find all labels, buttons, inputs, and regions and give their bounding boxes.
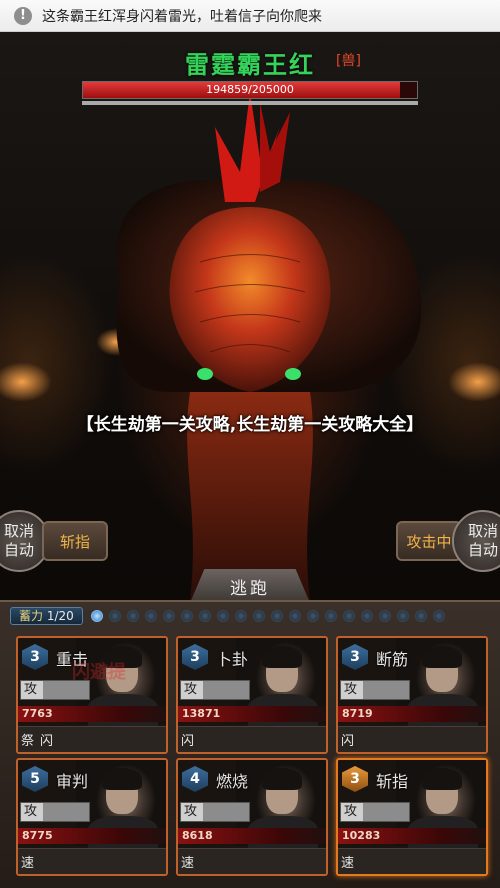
hero-tags: 速 (178, 848, 326, 874)
hero-hp-strip: 8719 (338, 706, 486, 722)
power-meter: 蓄力 1/20 (10, 606, 490, 626)
power-orb (252, 610, 265, 622)
hero-attack-label: 攻 (344, 804, 358, 819)
hero-hp-value: 8719 (342, 707, 373, 720)
power-orb (162, 610, 175, 622)
power-orb (432, 610, 445, 622)
hero-card[interactable]: 3 断筋 攻 8719 闪 (336, 636, 488, 754)
hero-level-badge: 4 (182, 766, 208, 792)
hero-card[interactable]: 3 斩指 攻 10283 速 (336, 758, 488, 876)
power-orb (144, 610, 157, 622)
hero-tag: 速 (181, 856, 195, 871)
hero-tag: 闪 (341, 734, 355, 749)
hero-tag: 祭 (21, 734, 35, 749)
hero-tags: 速 (18, 848, 166, 874)
hero-hp-strip: 7763 (18, 706, 166, 722)
hero-hp-strip: 10283 (338, 828, 486, 844)
hero-card[interactable]: 3 卜卦 攻 13871 闪 (176, 636, 328, 754)
power-orb (396, 610, 409, 622)
power-label: 蓄力 (19, 609, 44, 623)
notification-text: 这条霸王红浑身闪着雷光，吐着信子向你爬来 (42, 8, 322, 25)
hero-attack-bar: 攻 (180, 802, 250, 822)
hero-skill-name: 审判 (56, 772, 89, 791)
hero-card[interactable]: 5 审判 攻 8775 速 (16, 758, 168, 876)
hero-level-badge: 3 (22, 644, 48, 670)
hero-tags: 祭闪 (18, 726, 166, 752)
hero-tags: 速 (338, 848, 486, 874)
hero-tag: 闪 (40, 734, 54, 749)
hero-hair (262, 768, 302, 790)
info-icon: ! (14, 6, 32, 25)
power-label-box: 蓄力 1/20 (10, 607, 83, 625)
power-orb (198, 610, 211, 622)
hero-hair (422, 646, 462, 668)
hero-attack-bar: 攻 (20, 802, 90, 822)
power-orb (180, 610, 193, 622)
hero-hp-value: 7763 (22, 707, 53, 720)
party-panel: 蓄力 1/20 3 重击 闪避提 攻 7763 祭闪 3 卜卦 攻 13871 … (0, 600, 500, 888)
hero-attack-bar: 攻 (20, 680, 90, 700)
power-value: 1/20 (46, 609, 74, 623)
power-orb (288, 610, 301, 622)
hero-card[interactable]: 3 重击 闪避提 攻 7763 祭闪 (16, 636, 168, 754)
hero-hp-strip: 13871 (178, 706, 326, 722)
boss-hp-text: 194859/205000 (206, 83, 294, 96)
hero-tag: 速 (21, 856, 35, 871)
boss-type-tag: [兽] (336, 53, 361, 69)
hero-level-badge: 3 (342, 644, 368, 670)
hero-skill-name: 断筋 (376, 650, 409, 669)
hero-attack-bar: 攻 (180, 680, 250, 700)
slash-finger-skill-button[interactable]: 斩指 (42, 521, 108, 561)
power-orb (108, 610, 121, 622)
boss-secondary-bar (82, 101, 418, 105)
hero-hp-strip: 8618 (178, 828, 326, 844)
hero-level-badge: 3 (342, 766, 368, 792)
power-orb (342, 610, 355, 622)
boss-name: 雷霆霸王红 (185, 51, 315, 79)
power-orb (378, 610, 391, 622)
hero-attack-label: 攻 (344, 682, 358, 697)
hero-attack-label: 攻 (184, 804, 198, 819)
hero-attack-label: 攻 (184, 682, 198, 697)
hero-hp-strip: 8775 (18, 828, 166, 844)
hero-attack-bar: 攻 (340, 802, 410, 822)
power-orb (270, 610, 283, 622)
power-orbs (90, 610, 451, 622)
power-orb (90, 610, 103, 622)
hero-hp-value: 8618 (182, 829, 213, 842)
hero-level-badge: 3 (182, 644, 208, 670)
power-orb (216, 610, 229, 622)
hero-skill-name: 斩指 (376, 772, 409, 791)
power-orb (414, 610, 427, 622)
hero-card[interactable]: 4 燃烧 攻 8618 速 (176, 758, 328, 876)
power-orb (306, 610, 319, 622)
power-orb (234, 610, 247, 622)
hero-attack-label: 攻 (24, 804, 38, 819)
hero-hp-value: 10283 (342, 829, 381, 842)
hero-hp-value: 8775 (22, 829, 53, 842)
boss-hp-bar: 194859/205000 (82, 81, 418, 99)
hero-attack-bar: 攻 (340, 680, 410, 700)
power-orb (126, 610, 139, 622)
hero-skill-name: 燃烧 (216, 772, 249, 791)
hero-tag: 闪 (181, 734, 195, 749)
notification-bar: ! 这条霸王红浑身闪着雷光，吐着信子向你爬来 (0, 0, 500, 32)
power-orb (324, 610, 337, 622)
hero-hair (102, 768, 142, 790)
hero-tag: 速 (341, 856, 355, 871)
hero-skill-name: 卜卦 (216, 650, 249, 669)
hero-hair (262, 646, 302, 668)
flee-button[interactable]: 逃跑 (190, 569, 310, 600)
boss-snake-image (116, 92, 422, 600)
power-orb (360, 610, 373, 622)
article-title-overlay: 【长生劫第一关攻略,长生劫第一关攻略大全】 (76, 415, 424, 435)
hero-tags: 闪 (178, 726, 326, 752)
hero-tags: 闪 (338, 726, 486, 752)
hero-attack-label: 攻 (24, 682, 38, 697)
hero-level-badge: 5 (22, 766, 48, 792)
hero-hp-value: 13871 (182, 707, 221, 720)
hero-hair (422, 768, 462, 790)
battle-scene: 雷霆霸王红 [兽] 194859/205000 【长生劫第一关攻略,长生劫第一关… (0, 32, 500, 600)
